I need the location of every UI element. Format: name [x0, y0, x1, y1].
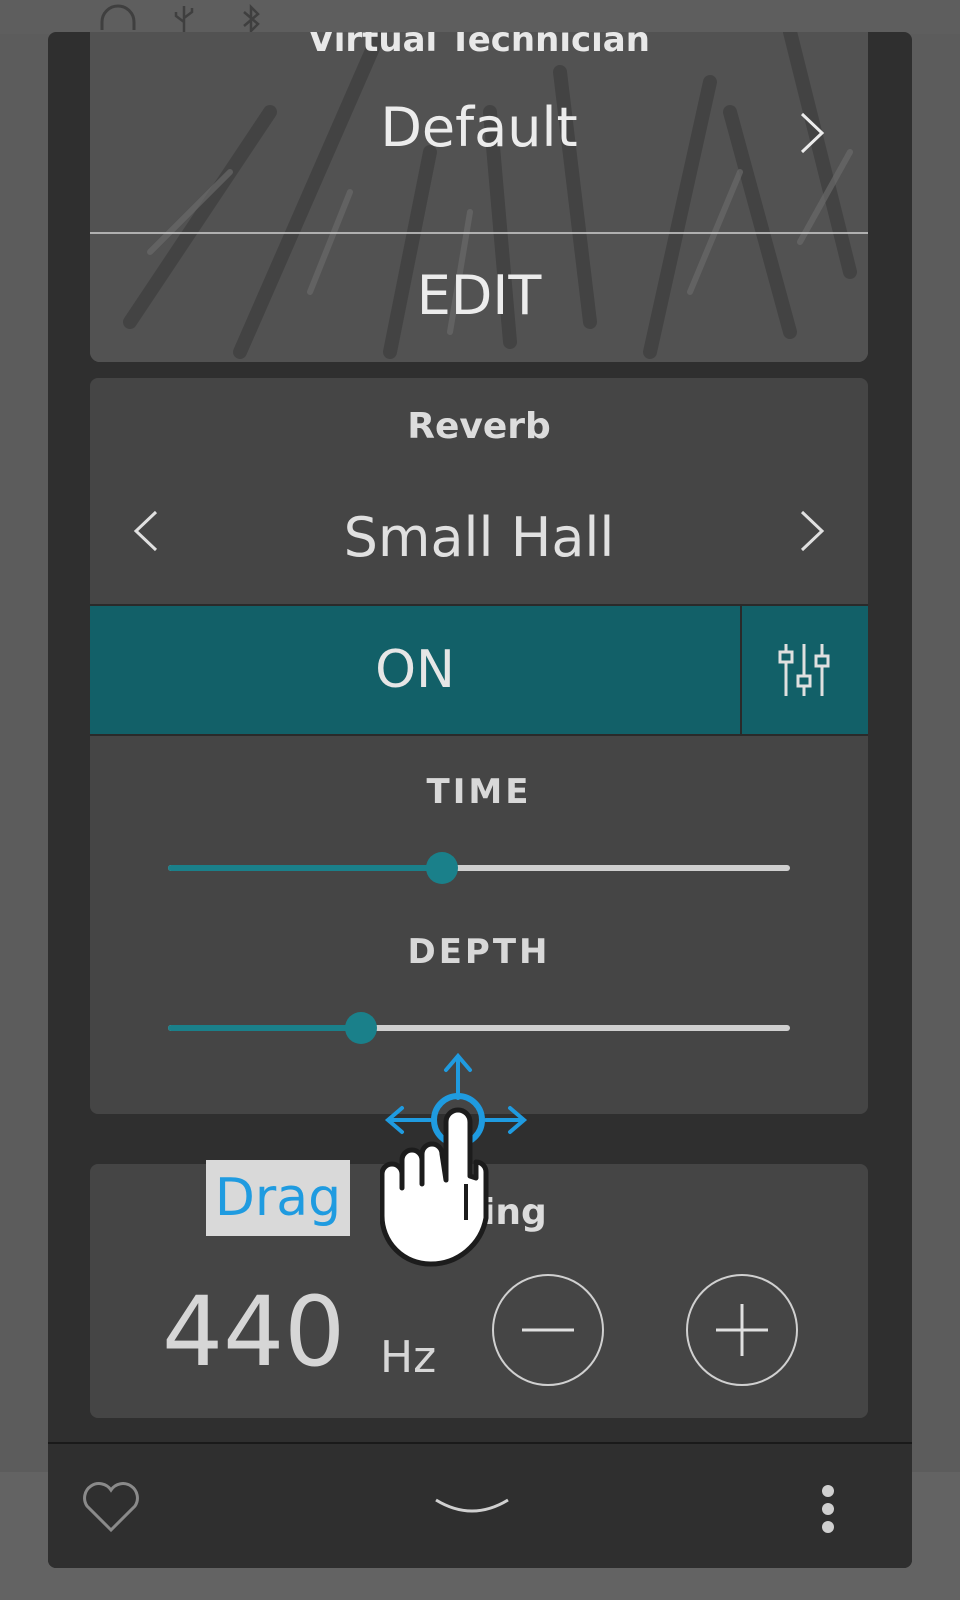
sound-settings-panel: Virtual Technician Default EDIT Reverb S…	[48, 32, 912, 1568]
reverb-on-toggle[interactable]: ON	[90, 606, 740, 734]
chevron-right-icon[interactable]	[798, 508, 826, 558]
depth-slider[interactable]	[168, 1010, 790, 1046]
bottom-bar	[48, 1442, 912, 1568]
virtual-technician-title: Virtual Technician	[308, 32, 650, 60]
reverb-card: Reverb Small Hall ON TIME DEPTH	[90, 378, 868, 1114]
drag-gesture-label: Drag	[206, 1160, 350, 1236]
time-slider[interactable]	[168, 850, 790, 886]
reverb-type-value: Small Hall	[343, 506, 615, 569]
reverb-toggle-row: ON	[90, 604, 868, 736]
slider-thumb[interactable]	[425, 852, 458, 884]
increase-button[interactable]	[686, 1274, 798, 1386]
tuning-value: 440	[162, 1276, 346, 1388]
chevron-right-icon[interactable]	[798, 110, 826, 160]
heart-icon[interactable]	[80, 1482, 142, 1538]
chevron-down-icon[interactable]	[432, 1496, 512, 1524]
virtual-technician-setting[interactable]: Default	[90, 96, 868, 159]
drag-hand-gesture-icon	[380, 1052, 528, 1267]
more-options-icon[interactable]	[818, 1484, 838, 1538]
slider-fill	[168, 1025, 361, 1031]
slider-thumb[interactable]	[344, 1012, 377, 1044]
tuning-unit: Hz	[380, 1332, 437, 1383]
time-label: TIME	[426, 772, 532, 812]
slider-fill	[168, 865, 442, 871]
depth-label: DEPTH	[407, 932, 551, 972]
decrease-button[interactable]	[492, 1274, 604, 1386]
reverb-settings-button[interactable]	[742, 606, 868, 734]
reverb-title: Reverb	[407, 406, 551, 447]
virtual-technician-card: Virtual Technician Default EDIT	[90, 32, 868, 362]
edit-button[interactable]: EDIT	[90, 230, 868, 362]
status-bar	[0, 0, 960, 35]
